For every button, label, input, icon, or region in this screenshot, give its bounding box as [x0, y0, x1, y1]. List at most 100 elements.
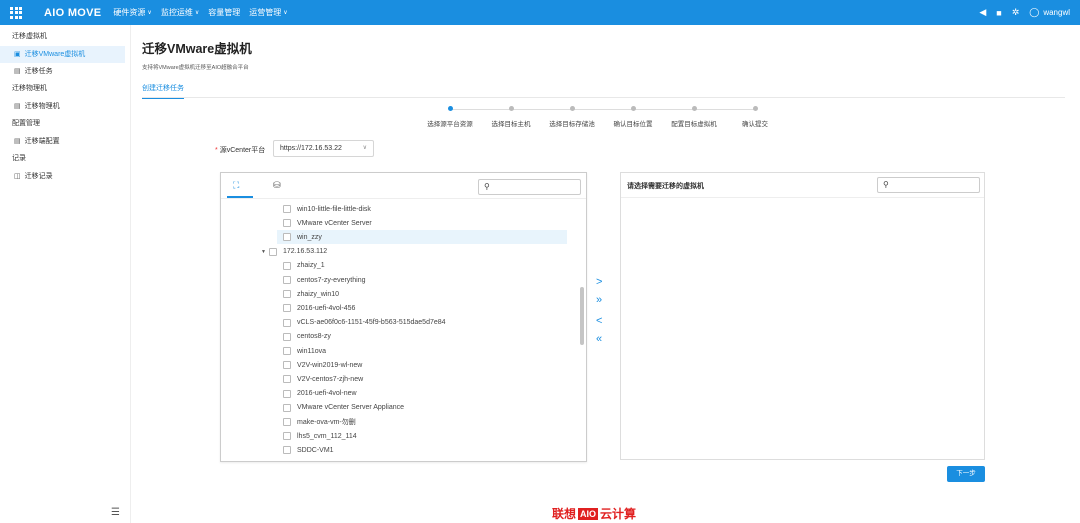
tree-vm-node[interactable]: VMware vCenter Server: [221, 216, 577, 230]
selected-search-input[interactable]: ⚲: [877, 177, 980, 193]
active-tab-underline: [227, 196, 253, 198]
tree-checkbox[interactable]: [283, 304, 291, 313]
tree-checkbox[interactable]: [283, 290, 291, 299]
tree-checkbox[interactable]: [283, 432, 291, 441]
chevron-down-icon: ∨: [362, 145, 367, 151]
username[interactable]: wangwl: [1043, 8, 1070, 17]
step-label: 选择目标存储池: [549, 121, 595, 128]
sidebar-item[interactable]: ▤ 迁移任务: [0, 63, 125, 80]
move-right-button[interactable]: >: [596, 276, 602, 288]
tree-vm-node[interactable]: V2V-win2019-wl-new: [221, 358, 577, 372]
tree-checkbox[interactable]: [283, 205, 291, 213]
next-button[interactable]: 下一步: [947, 466, 985, 482]
source-vcenter-select[interactable]: https://172.16.53.22 ∨: [273, 140, 374, 157]
task-icon: ▤: [14, 68, 21, 75]
host-tree-tab-icon[interactable]: ⛶: [233, 180, 239, 191]
step-dot: [508, 106, 514, 111]
nav-item[interactable]: 硬件资源 ∨: [113, 7, 151, 18]
tree-checkbox[interactable]: [283, 446, 291, 455]
tree-scrollbar[interactable]: [580, 287, 584, 345]
tree-checkbox[interactable]: [283, 418, 291, 426]
tree-node-label: zhaizy_win10: [297, 290, 340, 298]
doc-icon: ▤: [14, 138, 21, 145]
tree-vm-node[interactable]: win11ova: [221, 344, 577, 358]
tree-node-label: centos8-zy: [297, 333, 331, 341]
tree-checkbox[interactable]: [283, 389, 291, 398]
tree-vm-node[interactable]: win_zzy: [277, 230, 567, 245]
source-vcenter-value: https://172.16.53.22: [280, 145, 342, 152]
nav-item[interactable]: 监控运维 ∨: [161, 7, 199, 18]
tree-checkbox[interactable]: [268, 247, 277, 256]
tree-vm-node[interactable]: make-ova-vm-勿删: [221, 415, 577, 429]
tree-vm-node[interactable]: 2016-uefi-4vol-456: [221, 301, 577, 315]
tree-vm-node[interactable]: zhaizy_1: [221, 259, 577, 273]
tree-checkbox[interactable]: [283, 219, 291, 228]
sidebar-item[interactable]: ▤ 迁移端配置: [0, 133, 125, 150]
nav-item-label: 容量管理: [208, 8, 241, 17]
tree-vm-node[interactable]: VMware vCenter Server Appliance: [221, 401, 577, 415]
vm-icon: ▣: [14, 51, 21, 58]
move-all-right-button[interactable]: »: [596, 294, 602, 306]
selected-vm-panel: 请选择需要迁移的虚拟机 ⚲: [620, 172, 985, 460]
record-icon: ◫: [14, 173, 21, 180]
tree-checkbox[interactable]: [283, 318, 291, 327]
tree-checkbox[interactable]: [283, 233, 291, 242]
brand-box-text: AIO: [578, 507, 599, 520]
sidebar-item[interactable]: ◫ 迁移记录: [0, 168, 125, 185]
main-nav: 硬件资源 ∨ 监控运维 ∨ 容量管理 运营管理 ∨: [113, 7, 296, 18]
tree-checkbox[interactable]: [283, 361, 291, 370]
tree-node-label: vCLS-ae06f0c6-1151-45f9-b563-515dae5d7e8…: [297, 319, 446, 327]
logo-text-bold: AIO: [44, 6, 65, 19]
tree-vm-node[interactable]: 2016-uefi-4vol-new: [221, 387, 577, 401]
sidebar-item-label: 迁移VMware虚拟机: [24, 51, 86, 58]
move-all-left-button[interactable]: «: [596, 333, 602, 345]
tree-vm-node[interactable]: V2V-centos7-zjh-new: [221, 372, 577, 386]
nav-item-label: 监控运维: [160, 8, 193, 17]
tree-checkbox[interactable]: [283, 261, 291, 270]
sidebar-item[interactable]: ▤ 迁移物理机: [0, 98, 125, 115]
tree-vm-node[interactable]: zhaizy_win10: [221, 287, 577, 301]
sidebar-item[interactable]: ▣ 迁移VMware虚拟机: [0, 46, 125, 63]
nav-item[interactable]: 容量管理: [208, 7, 240, 18]
tree-vm-node[interactable]: win10-little-file-little-disk: [221, 202, 577, 216]
tree-checkbox[interactable]: [283, 276, 291, 284]
step-item: 配置目标虚拟机: [659, 106, 729, 128]
notification-icon[interactable]: ■: [996, 8, 1001, 18]
page-subtitle: 支持将VMware虚拟机迁移至AIO超融合平台: [142, 65, 249, 71]
speaker-icon[interactable]: ◀: [979, 7, 986, 18]
expand-caret-icon[interactable]: ▼: [261, 249, 266, 255]
step-label: 选择目标主机: [491, 121, 531, 128]
tree-node-label: 172.16.53.112: [282, 248, 328, 256]
tree-vm-node[interactable]: SDDC-VM1: [221, 443, 577, 457]
tree-host-node[interactable]: ▼ 172.16.53.112: [221, 245, 577, 259]
tree-vm-node[interactable]: vCLS-ae06f0c6-1151-45f9-b563-515dae5d7e8…: [221, 316, 577, 330]
step-item: 选择目标主机: [476, 106, 546, 128]
tree-checkbox[interactable]: [283, 375, 291, 384]
step-item: 确认目标位置: [598, 106, 668, 128]
search-icon: ⚲: [883, 180, 889, 189]
tree-checkbox[interactable]: [283, 332, 291, 341]
app-grid-icon[interactable]: [10, 6, 22, 19]
tree-vm-node[interactable]: centos8-zy: [221, 330, 577, 344]
gear-icon[interactable]: ✲: [1012, 7, 1020, 18]
datastore-tab-icon[interactable]: ⛁: [273, 180, 281, 191]
step-dot: [630, 106, 636, 111]
move-left-button[interactable]: <: [596, 315, 602, 327]
tree-checkbox[interactable]: [283, 403, 291, 412]
tree-vm-node[interactable]: lhs5_cvm_112_114: [221, 429, 577, 443]
doc-icon: ▤: [14, 103, 21, 110]
step-dot: [752, 106, 758, 111]
source-vm-tree-panel: ⛶ ⛁ ⚲ win10-little-file-little-disk VMwar…: [220, 172, 587, 462]
source-label-text: 源vCenter平台: [219, 147, 266, 154]
tree-node-label: win10-little-file-little-disk: [297, 205, 371, 213]
sidebar-group-title: 迁移物理机: [12, 85, 47, 92]
top-right-tools: ◀ ■ ✲ ◯ wangwl: [969, 0, 1070, 25]
tree-checkbox[interactable]: [283, 347, 291, 355]
collapse-menu-icon[interactable]: ☰: [111, 507, 120, 518]
nav-item[interactable]: 运营管理 ∨: [249, 7, 287, 18]
tree-vm-node[interactable]: centos7-zy-everything: [221, 273, 577, 287]
user-icon[interactable]: ◯: [1029, 7, 1039, 18]
tree-node-label: 2016-uefi-4vol-456: [297, 304, 356, 312]
step-progress: 选择源平台资源 选择目标主机 选择目标存储池 确认目标位置 配置目标虚拟机 确认提交: [420, 106, 780, 130]
tree-search-input[interactable]: ⚲: [478, 179, 581, 195]
